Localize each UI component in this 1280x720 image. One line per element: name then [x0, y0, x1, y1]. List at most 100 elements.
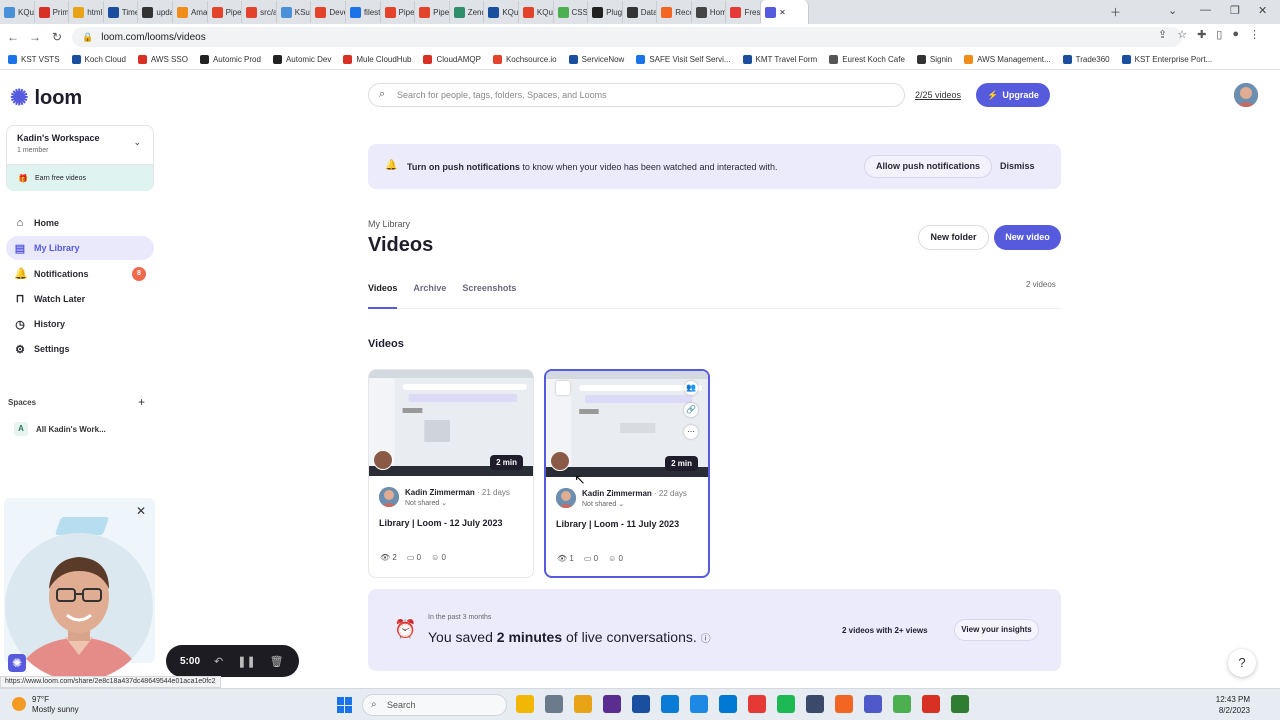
- pause-icon[interactable]: ❚❚: [237, 655, 255, 668]
- bookmark-item[interactable]: Koch Cloud: [71, 55, 126, 64]
- restart-icon[interactable]: ↶: [214, 655, 223, 668]
- bookmark-item[interactable]: Automic Dev: [272, 55, 331, 64]
- sidebar-item-notifications[interactable]: 🔔 Notifications 8: [6, 262, 154, 286]
- bookmark-item[interactable]: SAFE Visit Self Servi...: [636, 55, 731, 64]
- bookmark-item[interactable]: Eurest Koch Cafe: [829, 55, 905, 64]
- sidebar-icon[interactable]: ▯: [1216, 28, 1222, 41]
- tab-close-icon[interactable]: ✕: [779, 8, 786, 17]
- sidebar-item-history[interactable]: ◷ History: [6, 312, 154, 336]
- sidebar-item-my-library[interactable]: ▤ My Library: [6, 236, 154, 261]
- bookmark-item[interactable]: Mule CloudHub: [343, 55, 411, 64]
- video-card[interactable]: 2 min 👥 🔗 ⋯ Kadin Zimmerman · 22 days No…: [544, 369, 710, 578]
- trash-icon[interactable]: 🗑: [270, 655, 284, 668]
- sidebar-space-item[interactable]: A All Kadin's Work...: [14, 422, 106, 436]
- upgrade-button[interactable]: ⚡ Upgrade: [976, 83, 1050, 107]
- browser-tab[interactable]: Time: [104, 1, 139, 23]
- bookmark-item[interactable]: Kochsource.io: [492, 55, 557, 64]
- new-tab-icon[interactable]: ＋: [1110, 4, 1121, 20]
- taskbar-app-icon[interactable]: [893, 695, 911, 713]
- bookmark-item[interactable]: Signin: [916, 55, 952, 64]
- allow-push-button[interactable]: Allow push notifications: [864, 155, 992, 178]
- sidebar-item-settings[interactable]: ⚙ Settings: [6, 337, 154, 361]
- earn-free-videos[interactable]: 🎁 Earn free videos: [7, 164, 153, 191]
- browser-tab[interactable]: KQue: [0, 1, 35, 23]
- reload-icon[interactable]: ↻: [46, 30, 68, 44]
- forward-icon[interactable]: →: [24, 30, 46, 44]
- menu-icon[interactable]: ⋮: [1249, 28, 1260, 41]
- share-status[interactable]: Not shared ⌄: [582, 500, 624, 508]
- dismiss-button[interactable]: Dismiss: [1000, 161, 1035, 171]
- select-checkbox[interactable]: [556, 381, 570, 395]
- browser-tab[interactable]: Data: [623, 1, 658, 23]
- window-close-icon[interactable]: ✕: [1258, 4, 1267, 17]
- avatar[interactable]: [1234, 83, 1258, 107]
- back-icon[interactable]: ←: [2, 30, 24, 44]
- taskbar-app-icon[interactable]: [835, 695, 853, 713]
- camera-bubble[interactable]: [5, 533, 153, 681]
- share-icon[interactable]: ⇪: [1158, 28, 1167, 41]
- bookmark-item[interactable]: Automic Prod: [199, 55, 261, 64]
- sidebar-item-watch-later[interactable]: ⊓ Watch Later: [6, 287, 154, 311]
- url-field[interactable]: 🔒 loom.com/looms/videos: [72, 27, 1182, 47]
- tab-videos[interactable]: Videos: [368, 283, 397, 293]
- star-icon[interactable]: ☆: [1177, 28, 1187, 41]
- video-usage-link[interactable]: 2/25 videos: [915, 90, 961, 100]
- taskbar-app-icon[interactable]: [545, 695, 563, 713]
- browser-tab[interactable]: Pipel: [381, 1, 416, 23]
- more-options-icon[interactable]: ⋯: [684, 425, 698, 439]
- weather-widget[interactable]: 97°F Mostly sunny: [12, 695, 79, 715]
- bookmark-item[interactable]: KST VSTS: [8, 55, 60, 64]
- taskbar-app-icon[interactable]: [748, 695, 766, 713]
- bookmark-item[interactable]: AWS Management...: [964, 55, 1051, 64]
- extensions-icon[interactable]: ✚: [1197, 28, 1206, 41]
- browser-tab[interactable]: CSS T: [554, 1, 589, 23]
- add-space-icon[interactable]: +: [138, 395, 145, 409]
- loom-logo[interactable]: ✺ loom: [10, 85, 82, 111]
- video-thumbnail[interactable]: 2 min: [369, 370, 533, 476]
- bookmark-item[interactable]: ServiceNow: [568, 55, 624, 64]
- profile-icon[interactable]: ●: [1232, 28, 1239, 41]
- sidebar-item-home[interactable]: ⌂ Home: [6, 211, 154, 235]
- taskbar-app-icon[interactable]: [777, 695, 795, 713]
- taskbar-app-icon[interactable]: [632, 695, 650, 713]
- browser-tab[interactable]: Deve: [311, 1, 346, 23]
- windows-start-icon[interactable]: [337, 697, 353, 713]
- browser-tab[interactable]: Pipel: [415, 1, 450, 23]
- browser-tab[interactable]: Prim: [35, 1, 70, 23]
- browser-tab[interactable]: Ama: [173, 1, 208, 23]
- bookmark-item[interactable]: KMT Travel Form: [742, 55, 817, 64]
- browser-tab[interactable]: Zend: [450, 1, 485, 23]
- loom-recorder-icon[interactable]: ✺: [8, 654, 26, 672]
- browser-tab[interactable]: src/a: [242, 1, 277, 23]
- taskbar-app-icon[interactable]: [661, 695, 679, 713]
- view-insights-button[interactable]: View your insights: [954, 619, 1039, 641]
- share-people-icon[interactable]: 👥: [684, 381, 698, 395]
- browser-tab[interactable]: Fresh: [726, 1, 762, 23]
- taskbar-search[interactable]: ⌕ Search: [362, 694, 507, 716]
- tab-screenshots[interactable]: Screenshots: [462, 283, 516, 293]
- browser-tab[interactable]: Hom: [692, 1, 727, 23]
- video-card[interactable]: 2 min Kadin Zimmerman · 21 days Not shar…: [368, 369, 534, 578]
- tab-search-chevron-icon[interactable]: ⌄: [1168, 4, 1177, 17]
- browser-tab[interactable]: html: [69, 1, 104, 23]
- minimize-icon[interactable]: —: [1200, 4, 1211, 16]
- video-title[interactable]: Library | Loom - 12 July 2023: [379, 518, 503, 528]
- taskbar-app-icon[interactable]: [574, 695, 592, 713]
- help-button[interactable]: ?: [1228, 649, 1256, 677]
- workspace-switcher[interactable]: Kadin's Workspace 1 member ⌄ 🎁 Earn free…: [6, 125, 154, 191]
- search-input[interactable]: ⌕ Search for people, tags, folders, Spac…: [368, 83, 905, 107]
- taskbar-app-icon[interactable]: [806, 695, 824, 713]
- tab-archive[interactable]: Archive: [413, 283, 446, 293]
- new-video-button[interactable]: New video: [994, 225, 1061, 250]
- browser-tab[interactable]: filest: [346, 1, 381, 23]
- bookmark-item[interactable]: AWS SSO: [137, 55, 188, 64]
- chevron-down-icon[interactable]: ⌄: [133, 137, 141, 148]
- taskbar-app-icon[interactable]: [951, 695, 969, 713]
- tab-loom-active[interactable]: ✕: [761, 0, 810, 24]
- browser-tab[interactable]: KQue: [484, 1, 519, 23]
- taskbar-app-icon[interactable]: [719, 695, 737, 713]
- share-status[interactable]: Not shared ⌄: [405, 499, 447, 507]
- new-folder-button[interactable]: New folder: [918, 225, 989, 250]
- system-clock[interactable]: 12:43 PM 8/2/2023: [1216, 694, 1250, 716]
- camera-close-icon[interactable]: ✕: [136, 504, 146, 518]
